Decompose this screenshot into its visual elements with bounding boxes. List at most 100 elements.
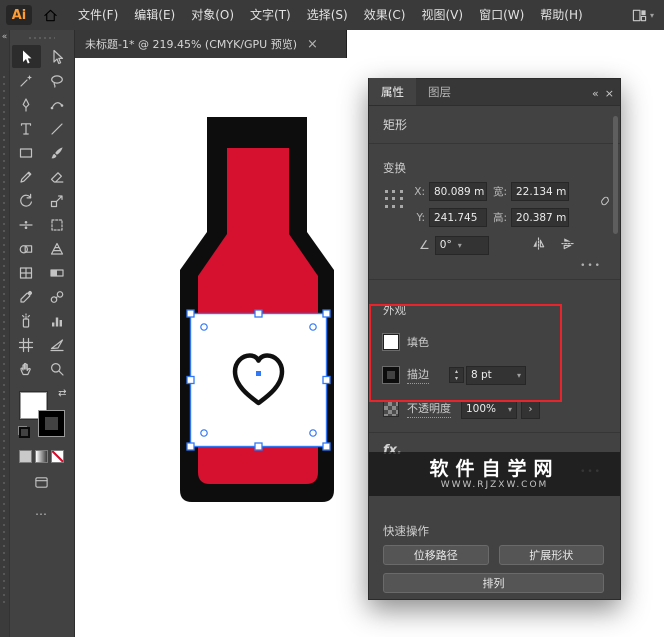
tool-line-segment[interactable]: [43, 117, 72, 140]
color-mode-button[interactable]: [19, 450, 32, 463]
tab-layers[interactable]: 图层: [416, 78, 463, 105]
constrain-proportions-icon[interactable]: [598, 194, 612, 211]
tool-mesh[interactable]: [12, 261, 41, 284]
menu-type[interactable]: 文字(T): [242, 0, 299, 30]
reference-point-locator[interactable]: [383, 188, 405, 210]
menu-view[interactable]: 视图(V): [413, 0, 471, 30]
tool-shape-builder[interactable]: [12, 237, 41, 260]
home-icon[interactable]: [40, 5, 60, 25]
flip-horizontal-icon[interactable]: [531, 236, 546, 254]
tool-perspective-grid[interactable]: [43, 237, 72, 260]
tool-selection[interactable]: [11, 45, 41, 68]
label-rectangle[interactable]: [190, 313, 327, 447]
corner-widget[interactable]: [309, 323, 317, 331]
rotation-angle-select[interactable]: 0° ▾: [434, 235, 489, 255]
height-input[interactable]: 20.387 m: [511, 208, 569, 227]
tool-pen[interactable]: [12, 93, 41, 116]
selection-handle[interactable]: [254, 309, 263, 318]
close-tab-icon[interactable]: ×: [307, 37, 318, 52]
opacity-more-button[interactable]: ›: [521, 399, 540, 419]
none-mode-button[interactable]: [51, 450, 64, 463]
bottle-neck-fill[interactable]: [227, 148, 289, 234]
tool-lasso[interactable]: [43, 69, 72, 92]
swap-fill-stroke-icon[interactable]: ⇄: [58, 388, 66, 399]
selection-handle[interactable]: [186, 442, 195, 451]
illustrator-logo[interactable]: Ai: [6, 5, 32, 25]
arrange-button[interactable]: 排列: [383, 573, 604, 593]
gradient-mode-button[interactable]: [35, 450, 48, 463]
tool-gradient[interactable]: [43, 261, 72, 284]
tool-width[interactable]: [12, 213, 41, 236]
bottle-artwork[interactable]: [178, 112, 339, 512]
document-tab[interactable]: 未标题-1* @ 219.45% (CMYK/GPU 预览) ×: [75, 30, 347, 58]
tool-curvature[interactable]: [43, 93, 72, 116]
stroke-weight-stepper[interactable]: ▴ ▾: [449, 367, 464, 383]
menu-edit[interactable]: 编辑(E): [126, 0, 183, 30]
selection-handle[interactable]: [322, 442, 331, 451]
tool-zoom[interactable]: [43, 357, 72, 380]
tool-eraser[interactable]: [43, 165, 72, 188]
tab-properties[interactable]: 属性: [369, 78, 416, 105]
stepper-down-icon[interactable]: ▾: [450, 375, 463, 382]
tool-rotate[interactable]: [12, 189, 41, 212]
edit-toolbar-ellipsis[interactable]: …: [35, 504, 48, 518]
tool-scale[interactable]: [43, 189, 72, 212]
tool-type[interactable]: [12, 117, 41, 140]
tool-column-graph[interactable]: [43, 309, 72, 332]
transform-more-options[interactable]: •••: [369, 255, 620, 271]
toolbar-drag-handle[interactable]: [26, 33, 57, 43]
fill-color-swatch[interactable]: [383, 334, 399, 350]
selection-handle[interactable]: [322, 375, 331, 385]
panel-collapse-icon[interactable]: «: [592, 87, 605, 105]
menu-object[interactable]: 对象(O): [183, 0, 242, 30]
tool-symbol-sprayer[interactable]: [12, 309, 41, 332]
corner-widget[interactable]: [200, 323, 208, 331]
stroke-label[interactable]: 描边: [407, 366, 429, 384]
tool-direct-selection[interactable]: [43, 45, 72, 68]
tools-panel: « ⇄ …: [0, 30, 75, 637]
collapse-tools-icon[interactable]: «: [0, 32, 9, 42]
panel-scrollbar[interactable]: [613, 116, 618, 234]
opacity-select[interactable]: 100% ▾: [461, 399, 517, 419]
y-input[interactable]: 241.745: [429, 208, 487, 227]
stroke-swatch[interactable]: [37, 410, 65, 437]
fill-label[interactable]: 填色: [407, 334, 429, 350]
tool-hand[interactable]: [12, 357, 41, 380]
selection-handle[interactable]: [254, 442, 263, 451]
center-anchor[interactable]: [256, 371, 261, 376]
tool-eyedropper[interactable]: [12, 285, 41, 308]
tool-rectangle[interactable]: [12, 141, 41, 164]
panel-close-icon[interactable]: ×: [605, 87, 620, 105]
selection-handle[interactable]: [186, 375, 195, 385]
screen-mode-icon[interactable]: [34, 475, 49, 494]
stroke-color-swatch[interactable]: [383, 367, 399, 383]
tool-artboard[interactable]: [12, 333, 41, 356]
offset-path-button[interactable]: 位移路径: [383, 545, 489, 565]
selection-handle[interactable]: [186, 309, 195, 318]
opacity-label[interactable]: 不透明度: [407, 400, 451, 418]
height-label: 高:: [492, 212, 507, 224]
corner-widget[interactable]: [200, 429, 208, 437]
opacity-icon[interactable]: [383, 401, 399, 417]
flip-vertical-icon[interactable]: [560, 236, 575, 254]
tool-slice[interactable]: [43, 333, 72, 356]
menu-select[interactable]: 选择(S): [299, 0, 356, 30]
workspace-switcher-icon[interactable]: ▾: [632, 8, 654, 23]
menu-effect[interactable]: 效果(C): [356, 0, 414, 30]
expand-shape-button[interactable]: 扩展形状: [498, 545, 604, 565]
tool-magic-wand[interactable]: [12, 69, 41, 92]
stepper-up-icon[interactable]: ▴: [450, 368, 463, 375]
default-fill-stroke-icon[interactable]: [17, 426, 30, 438]
x-input[interactable]: 80.089 m: [429, 182, 487, 201]
width-input[interactable]: 22.134 m: [511, 182, 569, 201]
tool-free-transform[interactable]: [43, 213, 72, 236]
tool-paintbrush[interactable]: [43, 141, 72, 164]
menu-help[interactable]: 帮助(H): [532, 0, 590, 30]
tool-blend[interactable]: [43, 285, 72, 308]
tool-pencil[interactable]: [12, 165, 41, 188]
menu-window[interactable]: 窗口(W): [471, 0, 532, 30]
selection-handle[interactable]: [322, 309, 331, 318]
menu-file[interactable]: 文件(F): [70, 0, 126, 30]
corner-widget[interactable]: [309, 429, 317, 437]
stroke-weight-select[interactable]: 8 pt ▾: [466, 365, 526, 385]
